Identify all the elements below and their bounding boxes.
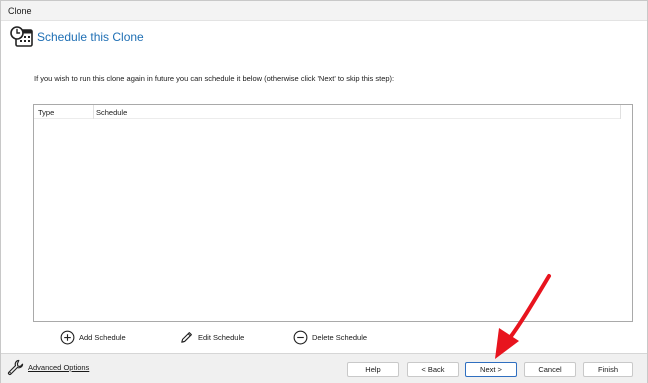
plus-circle-icon [60, 330, 75, 344]
add-schedule-label: Add Schedule [79, 332, 126, 342]
red-arrow-icon [495, 274, 551, 359]
wrench-icon [7, 359, 24, 376]
column-header-type[interactable]: Type [38, 108, 54, 117]
help-button[interactable]: Help [347, 362, 399, 377]
finish-button[interactable]: Finish [583, 362, 633, 377]
delete-schedule-button[interactable]: Delete Schedule [293, 329, 367, 345]
column-divider[interactable] [93, 105, 94, 119]
window-title: Clone [8, 6, 32, 16]
list-header: Type Schedule [34, 105, 621, 119]
edit-schedule-button[interactable]: Edit Schedule [179, 329, 244, 345]
advanced-options-link[interactable]: Advanced Options [7, 359, 89, 376]
back-button[interactable]: < Back [407, 362, 459, 377]
column-header-schedule[interactable]: Schedule [96, 108, 127, 117]
clone-dialog: Clone Schedule this Clone If you wish to… [0, 0, 648, 383]
minus-circle-icon [293, 330, 308, 344]
edit-schedule-label: Edit Schedule [198, 332, 245, 342]
page-title: Schedule this Clone [37, 30, 144, 44]
advanced-options-label: Advanced Options [28, 363, 90, 372]
add-schedule-button[interactable]: Add Schedule [60, 329, 126, 345]
pencil-icon [181, 331, 192, 343]
column-divider-end[interactable] [620, 105, 621, 119]
clock-calendar-icon [10, 26, 33, 47]
delete-schedule-label: Delete Schedule [312, 332, 368, 342]
title-bar: Clone [1, 1, 647, 21]
instruction-text: If you wish to run this clone again in f… [34, 74, 395, 83]
